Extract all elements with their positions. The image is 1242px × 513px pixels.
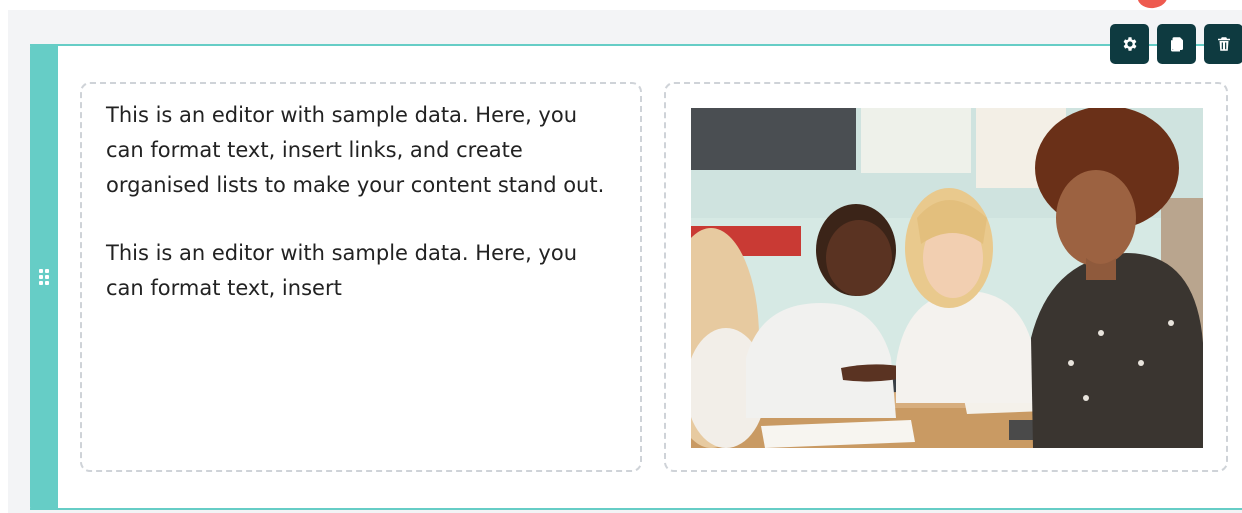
row-drag-handle[interactable] [30, 44, 58, 510]
classroom-photo[interactable] [691, 108, 1203, 448]
text-column[interactable]: This is an editor with sample data. Here… [80, 82, 642, 472]
paragraph: This is an editor with sample data. Here… [106, 103, 605, 197]
settings-button[interactable] [1110, 24, 1149, 64]
annotation-marker [1137, 0, 1169, 10]
paragraph: This is an editor with sample data. Here… [106, 241, 578, 300]
gear-icon [1123, 37, 1136, 51]
image-column[interactable] [664, 82, 1228, 472]
trash-icon [1217, 37, 1230, 51]
delete-button[interactable] [1204, 24, 1242, 64]
rich-text-editor[interactable]: This is an editor with sample data. Here… [106, 98, 620, 339]
row-toolbar [1110, 24, 1242, 64]
grip-icon [39, 269, 49, 285]
duplicate-button[interactable] [1157, 24, 1196, 64]
photo-illustration [691, 108, 1203, 448]
copy-icon [1170, 37, 1183, 52]
